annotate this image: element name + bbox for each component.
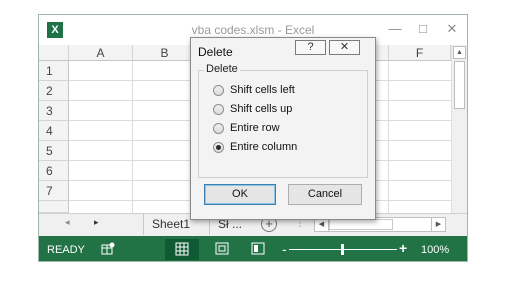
column-header-f[interactable]: F [389,45,451,61]
zoom-level-text[interactable]: 100% [421,244,449,256]
row-header-1[interactable]: 1 [39,61,69,81]
page-break-preview-icon[interactable] [251,242,265,255]
minimize-button[interactable]: — [385,21,405,37]
scroll-up-arrow-icon[interactable]: ▲ [453,46,466,59]
radio-button[interactable] [213,123,224,134]
macro-recording-icon[interactable] [101,242,115,255]
zoom-slider-knob[interactable] [341,244,344,255]
row-header-2[interactable]: 2 [39,81,69,101]
radio-button-selected[interactable] [213,142,224,153]
normal-view-button[interactable] [165,239,199,260]
next-sheet-icon[interactable]: ▸ [94,217,99,228]
maximize-button[interactable]: □ [413,21,433,37]
option-label: Entire column [230,141,298,153]
column-header-a[interactable]: A [69,45,133,61]
option-label: Entire row [230,122,280,134]
status-bar: READY - + 100% [39,236,467,261]
scroll-right-arrow-icon[interactable]: ▶ [431,218,445,231]
status-ready-text: READY [47,244,85,256]
radio-button[interactable] [213,104,224,115]
ok-button[interactable]: OK [204,184,276,205]
zoom-out-button[interactable]: - [282,241,287,257]
row-header-7[interactable]: 7 [39,181,69,201]
cancel-button[interactable]: Cancel [288,184,362,205]
option-label: Shift cells left [230,84,295,96]
page-layout-view-icon[interactable] [215,242,229,255]
dialog-close-button[interactable]: ✕ [329,40,360,55]
close-button[interactable]: ✕ [442,21,462,37]
row-header-3[interactable]: 3 [39,101,69,121]
horizontal-scroll-thumb[interactable] [329,219,393,230]
row-header-8[interactable] [39,201,69,213]
help-icon: ? [307,41,314,53]
vertical-scroll-thumb[interactable] [454,61,465,109]
row-header-6[interactable]: 6 [39,161,69,181]
help-button[interactable]: ? [295,40,326,55]
dialog-title: Delete [198,45,233,59]
select-all-corner[interactable] [39,45,69,61]
group-label: Delete [204,63,240,75]
option-label: Shift cells up [230,103,293,115]
delete-dialog: Delete ? ✕ Delete Shift cells left Shift… [190,37,376,220]
prev-sheet-icon[interactable]: ◂ [65,217,70,228]
close-icon: ✕ [339,41,350,53]
vertical-scrollbar[interactable]: ▲ ▼ [451,45,467,227]
column-header-b[interactable]: B [133,45,197,61]
radio-button[interactable] [213,85,224,96]
delete-options-group: Delete Shift cells left Shift cells up E… [198,63,368,178]
zoom-in-button[interactable]: + [399,240,407,256]
row-header-4[interactable]: 4 [39,121,69,141]
row-header-5[interactable]: 5 [39,141,69,161]
